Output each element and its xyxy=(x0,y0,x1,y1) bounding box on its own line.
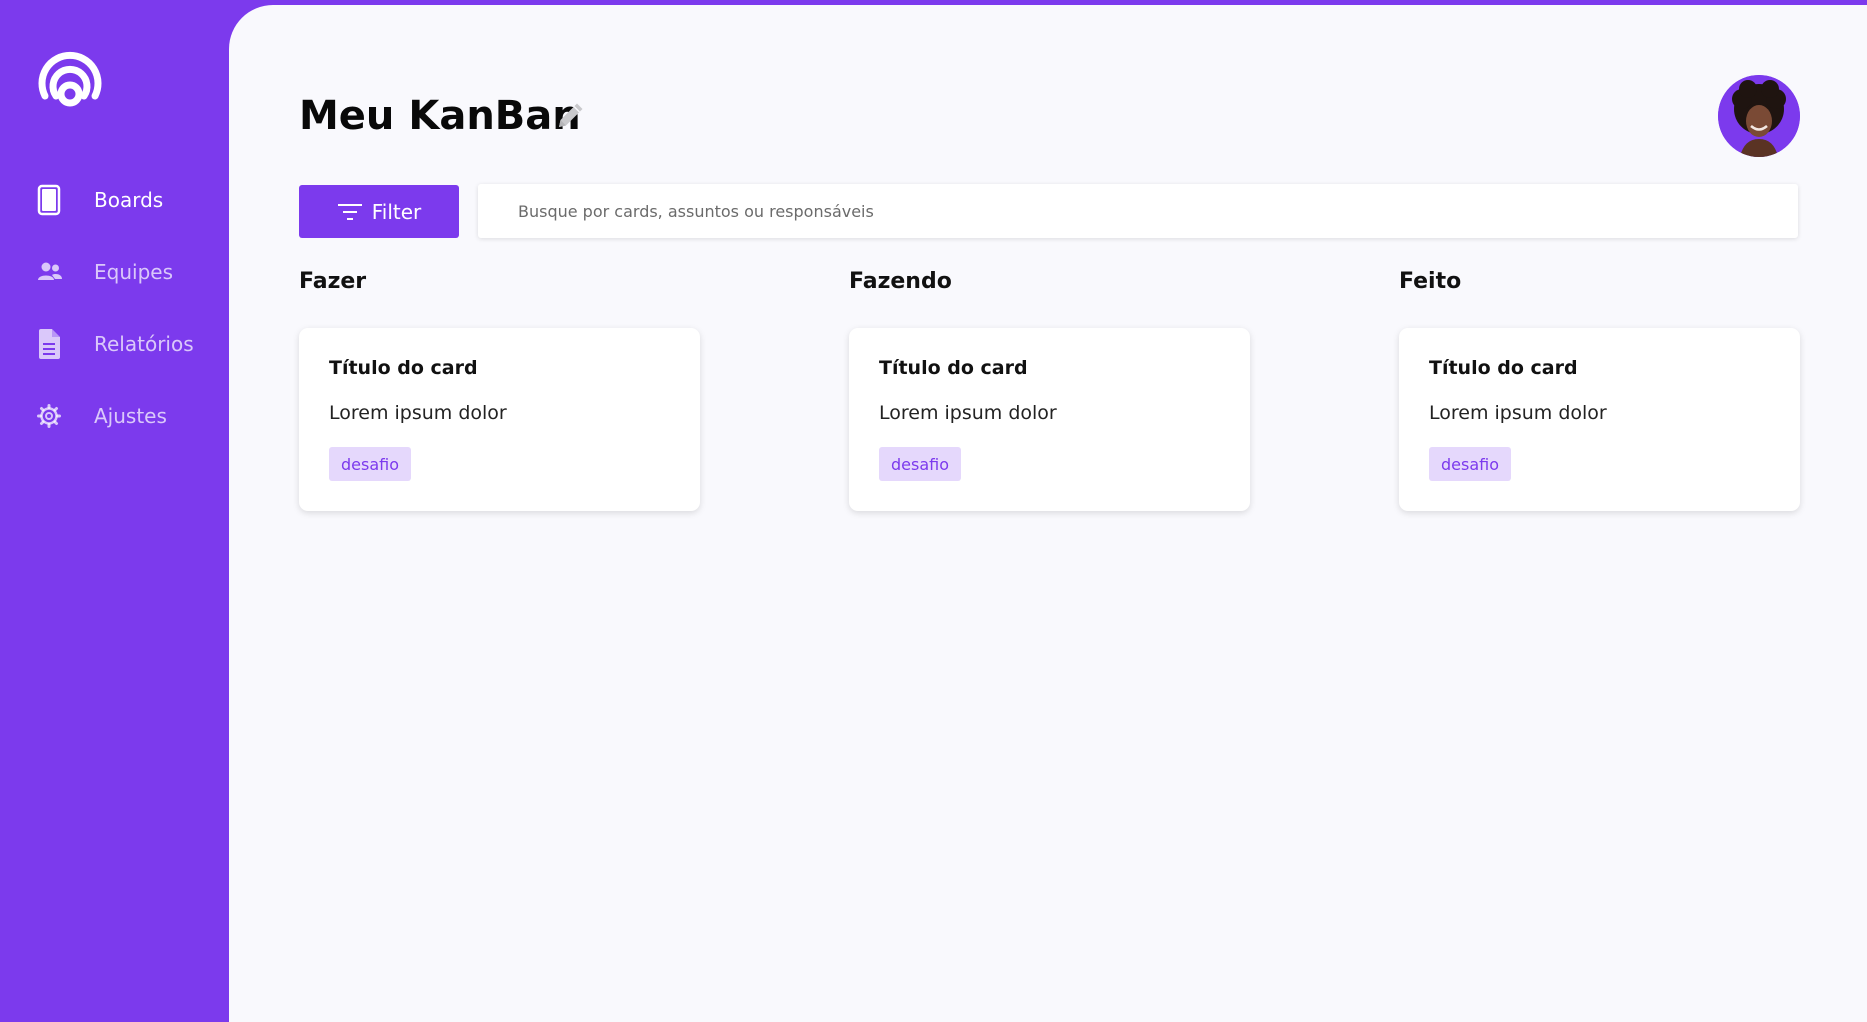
pencil-icon[interactable] xyxy=(553,99,587,133)
sidebar-item-relatorios[interactable]: Relatórios xyxy=(37,324,217,364)
card-title: Título do card xyxy=(1429,357,1578,379)
column-fazendo: Fazendo Título do card Lorem ipsum dolor… xyxy=(849,269,1250,511)
card-tag[interactable]: desafio xyxy=(329,447,412,481)
board-icon xyxy=(37,184,65,216)
kanban-card[interactable]: Título do card Lorem ipsum dolor desafio xyxy=(1399,328,1800,511)
card-tag[interactable]: desafio xyxy=(1429,447,1512,481)
sidebar-item-label: Relatórios xyxy=(94,332,194,356)
search-input[interactable] xyxy=(478,184,1798,238)
page-title: Meu KanBan xyxy=(299,93,581,139)
filter-button-label: Filter xyxy=(371,199,422,224)
filter-icon xyxy=(337,203,363,221)
card-description: Lorem ipsum dolor xyxy=(329,402,507,424)
sidebar-item-boards[interactable]: Boards xyxy=(37,180,217,220)
team-icon xyxy=(37,256,65,288)
card-description: Lorem ipsum dolor xyxy=(879,402,1057,424)
column-title: Feito xyxy=(1399,269,1462,294)
kanban-card[interactable]: Título do card Lorem ipsum dolor desafio xyxy=(299,328,700,511)
document-icon xyxy=(37,328,65,360)
card-tag[interactable]: desafio xyxy=(879,447,962,481)
column-title: Fazendo xyxy=(849,269,952,294)
sidebar-item-equipes[interactable]: Equipes xyxy=(37,252,217,292)
sidebar-item-label: Equipes xyxy=(94,260,173,284)
app-root: Boards Equipes Relatórios Ajustes Meu Ka… xyxy=(0,0,1867,1022)
card-description: Lorem ipsum dolor xyxy=(1429,402,1607,424)
column-fazer: Fazer Título do card Lorem ipsum dolor d… xyxy=(299,269,700,511)
logo-icon[interactable] xyxy=(37,38,103,110)
avatar[interactable] xyxy=(1718,75,1800,157)
sidebar-item-label: Ajustes xyxy=(94,404,167,428)
column-feito: Feito Título do card Lorem ipsum dolor d… xyxy=(1399,269,1800,511)
sidebar: Boards Equipes Relatórios Ajustes xyxy=(0,0,229,1022)
sidebar-item-ajustes[interactable]: Ajustes xyxy=(37,396,217,436)
kanban-card[interactable]: Título do card Lorem ipsum dolor desafio xyxy=(849,328,1250,511)
card-title: Título do card xyxy=(879,357,1028,379)
sidebar-item-label: Boards xyxy=(94,188,164,212)
filter-button[interactable]: Filter xyxy=(299,185,459,238)
main-panel: Meu KanBan Filter Busque por cards, assu… xyxy=(229,5,1867,1022)
column-title: Fazer xyxy=(299,269,367,294)
gear-icon xyxy=(37,400,65,432)
card-title: Título do card xyxy=(329,357,478,379)
